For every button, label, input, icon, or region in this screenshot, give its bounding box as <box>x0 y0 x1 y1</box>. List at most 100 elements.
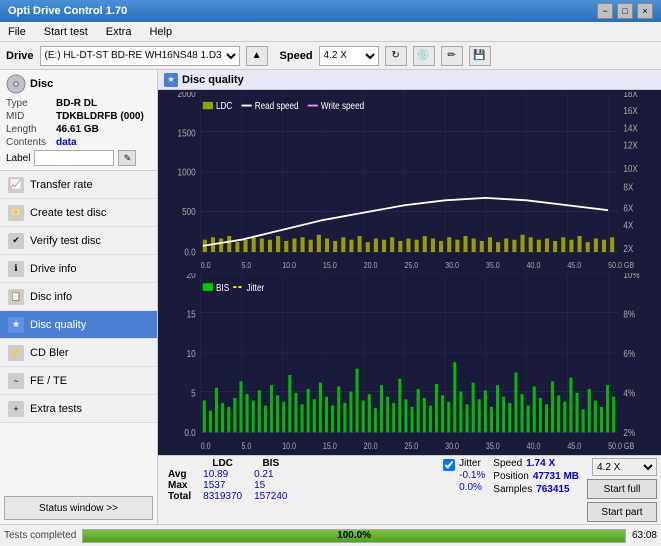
position-value: 47731 MB <box>533 471 579 482</box>
disc-quality-title: Disc quality <box>182 74 244 86</box>
svg-text:25.0: 25.0 <box>404 260 418 270</box>
nav-transfer-rate[interactable]: 📈 Transfer rate <box>0 171 157 199</box>
length-value: 46.61 GB <box>56 124 99 135</box>
max-label: Max <box>162 480 197 491</box>
top-chart-svg: 2000 1500 1000 500 0.0 18X 16X 14X 12X 1… <box>160 92 659 271</box>
nav-disc-quality[interactable]: ★ Disc quality <box>0 311 157 339</box>
menu-help[interactable]: Help <box>145 24 176 40</box>
minimize-button[interactable]: − <box>597 3 613 19</box>
nav-fe-te[interactable]: ~ FE / TE <box>0 367 157 395</box>
nav-verify-test-disc[interactable]: ✔ Verify test disc <box>0 227 157 255</box>
disc-title: Disc <box>30 78 53 90</box>
svg-text:35.0: 35.0 <box>486 260 500 270</box>
label-edit-button[interactable]: ✎ <box>118 150 136 166</box>
disc-contents-row: Contents data <box>6 137 151 148</box>
svg-text:0.0: 0.0 <box>184 427 195 438</box>
svg-text:BIS: BIS <box>216 282 229 293</box>
progress-text: 100.0% <box>83 530 625 542</box>
nav-extra-tests[interactable]: + Extra tests <box>0 395 157 423</box>
disc-section: Disc Type BD-R DL MID TDKBLDRFB (000) Le… <box>0 70 157 171</box>
maximize-button[interactable]: □ <box>617 3 633 19</box>
speed-select[interactable]: 4.2 X <box>319 46 379 66</box>
refresh-button[interactable]: ↻ <box>385 46 407 66</box>
menu-file[interactable]: File <box>4 24 30 40</box>
speed-label: Speed <box>280 50 313 62</box>
svg-text:30.0: 30.0 <box>445 260 459 270</box>
close-button[interactable]: × <box>637 3 653 19</box>
svg-text:45.0: 45.0 <box>567 260 581 270</box>
svg-text:Read speed: Read speed <box>255 101 299 112</box>
menu-start-test[interactable]: Start test <box>40 24 92 40</box>
main-layout: Disc Type BD-R DL MID TDKBLDRFB (000) Le… <box>0 70 661 524</box>
nav-fe-te-label: FE / TE <box>30 375 67 387</box>
total-label: Total <box>162 491 197 502</box>
disc-quality-header: ★ Disc quality <box>158 70 661 90</box>
svg-text:45.0: 45.0 <box>567 441 581 451</box>
nav-create-test-disc[interactable]: 📀 Create test disc <box>0 199 157 227</box>
save-button[interactable]: 💾 <box>469 46 491 66</box>
svg-text:50.0 GB: 50.0 GB <box>608 441 634 451</box>
svg-text:1500: 1500 <box>178 128 196 139</box>
svg-text:15.0: 15.0 <box>323 441 337 451</box>
svg-text:50.0 GB: 50.0 GB <box>608 260 634 270</box>
fe-te-icon: ~ <box>8 373 24 389</box>
app-title: Opti Drive Control 1.70 <box>8 5 127 17</box>
svg-text:500: 500 <box>182 206 196 217</box>
svg-text:5: 5 <box>191 387 196 398</box>
drive-select[interactable]: (E:) HL-DT-ST BD-RE WH16NS48 1.D3 <box>40 46 240 66</box>
ldc-header <box>162 458 197 469</box>
titlebar: Opti Drive Control 1.70 − □ × <box>0 0 661 22</box>
drive-eject-button[interactable]: ▲ <box>246 46 268 66</box>
max-ldc: 1537 <box>197 480 248 491</box>
verify-test-disc-icon: ✔ <box>8 233 24 249</box>
nav-disc-quality-label: Disc quality <box>30 319 86 331</box>
svg-text:0.0: 0.0 <box>201 441 211 451</box>
svg-text:30.0: 30.0 <box>445 441 459 451</box>
svg-text:2X: 2X <box>623 243 633 254</box>
svg-text:0.0: 0.0 <box>184 247 195 258</box>
start-part-button[interactable]: Start part <box>587 502 657 522</box>
jitter-checkbox[interactable] <box>443 459 455 471</box>
write-button[interactable]: ✏ <box>441 46 463 66</box>
avg-ldc: 10.89 <box>197 469 248 480</box>
ldc-col-header: LDC <box>197 458 248 469</box>
progress-bar: 100.0% <box>82 529 626 543</box>
disc-icon <box>6 74 26 94</box>
disc-label-row: Label ✎ <box>6 150 151 166</box>
label-input[interactable] <box>34 150 114 166</box>
svg-text:5.0: 5.0 <box>241 441 251 451</box>
nav-drive-info-label: Drive info <box>30 263 76 275</box>
max-bis: 15 <box>248 480 293 491</box>
cd-bler-icon: ⚡ <box>8 345 24 361</box>
left-panel: Disc Type BD-R DL MID TDKBLDRFB (000) Le… <box>0 70 158 524</box>
svg-text:8X: 8X <box>623 182 633 193</box>
length-label: Length <box>6 124 56 135</box>
svg-text:10: 10 <box>187 348 196 359</box>
status-window-button[interactable]: Status window >> <box>4 496 153 520</box>
right-panel: ★ Disc quality <box>158 70 661 524</box>
speed-position-section: Speed 1.74 X Position 47731 MB Samples 7… <box>493 458 579 495</box>
extra-tests-icon: + <box>8 401 24 417</box>
jitter-col-header: Jitter <box>459 458 485 469</box>
create-test-disc-icon: 📀 <box>8 205 24 221</box>
svg-text:12X: 12X <box>623 140 637 151</box>
svg-text:Write speed: Write speed <box>321 101 364 112</box>
svg-text:20.0: 20.0 <box>364 260 378 270</box>
nav-disc-info[interactable]: 📋 Disc info <box>0 283 157 311</box>
svg-text:10.0: 10.0 <box>282 441 296 451</box>
total-bis: 157240 <box>248 491 293 502</box>
disc-button[interactable]: 💿 <box>413 46 435 66</box>
svg-text:14X: 14X <box>623 123 637 134</box>
nav-cd-bler[interactable]: ⚡ CD Bler <box>0 339 157 367</box>
svg-text:Jitter: Jitter <box>247 282 265 293</box>
drive-label: Drive <box>6 50 34 62</box>
menu-extra[interactable]: Extra <box>102 24 136 40</box>
speed-stat-value: 1.74 X <box>526 458 555 469</box>
nav-drive-info[interactable]: ℹ Drive info <box>0 255 157 283</box>
mid-label: MID <box>6 111 56 122</box>
svg-text:40.0: 40.0 <box>527 441 541 451</box>
test-speed-select[interactable]: 4.2 X <box>592 458 657 476</box>
nav-verify-test-disc-label: Verify test disc <box>30 235 101 247</box>
start-full-button[interactable]: Start full <box>587 479 657 499</box>
svg-text:4%: 4% <box>623 387 635 398</box>
